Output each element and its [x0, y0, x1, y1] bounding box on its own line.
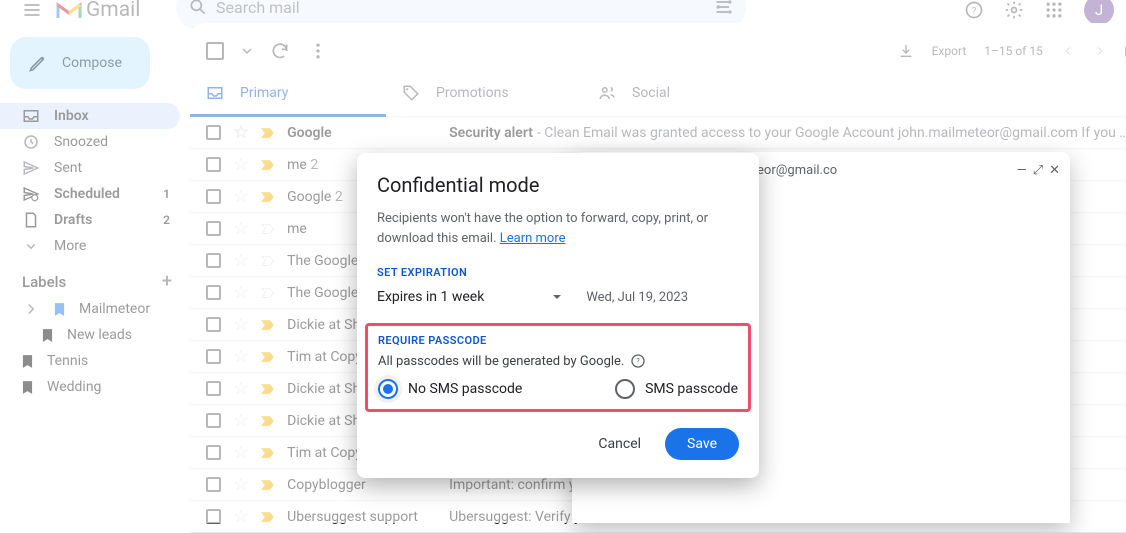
expiration-value: Expires in 1 week — [377, 289, 484, 305]
svg-text:?: ? — [637, 357, 641, 366]
set-expiration-label: SET EXPIRATION — [377, 266, 739, 279]
confidential-mode-dialog: Confidential mode Recipients won't have … — [357, 153, 759, 478]
minimize-icon[interactable]: — — [1017, 163, 1027, 178]
radio-label: SMS passcode — [645, 381, 738, 397]
radio-no-sms-passcode[interactable]: No SMS passcode — [378, 379, 522, 399]
cancel-button[interactable]: Cancel — [594, 428, 645, 460]
radio-icon — [615, 379, 635, 399]
radio-icon — [378, 379, 398, 399]
passcode-note-text: All passcodes will be generated by Googl… — [378, 354, 624, 369]
learn-more-link[interactable]: Learn more — [500, 231, 566, 246]
expiration-date: Wed, Jul 19, 2023 — [586, 290, 688, 305]
radio-label: No SMS passcode — [408, 381, 522, 397]
expiration-select[interactable]: Expires in 1 week — [377, 289, 562, 305]
save-button[interactable]: Save — [665, 428, 739, 460]
dropdown-icon — [552, 292, 562, 302]
radio-sms-passcode[interactable]: SMS passcode — [615, 379, 738, 399]
help-icon[interactable]: ? — [630, 353, 646, 369]
passcode-highlight-box: REQUIRE PASSCODE All passcodes will be g… — [365, 323, 751, 412]
dialog-title: Confidential mode — [377, 173, 739, 197]
dialog-description: Recipients won't have the option to forw… — [377, 209, 739, 248]
require-passcode-label: REQUIRE PASSCODE — [378, 334, 738, 347]
fullscreen-icon[interactable]: ⤢ — [1033, 163, 1043, 178]
close-icon[interactable]: ✕ — [1049, 163, 1060, 178]
